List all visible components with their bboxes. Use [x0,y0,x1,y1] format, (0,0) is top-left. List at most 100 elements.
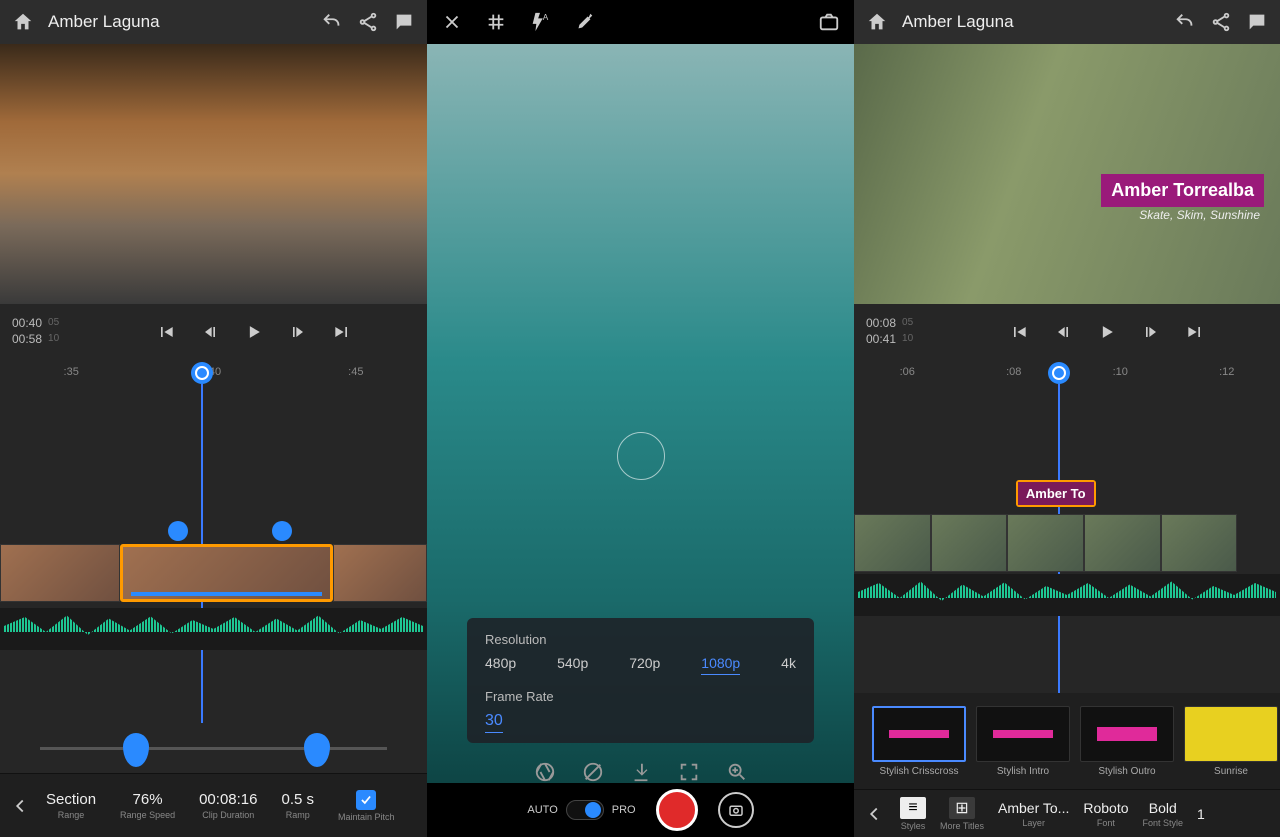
share-icon[interactable] [1210,11,1232,33]
res-480p[interactable]: 480p [485,655,516,675]
skip-start-icon[interactable] [156,322,176,342]
back-icon[interactable] [862,803,886,825]
project-title: Amber Laguna [48,12,307,32]
play-icon[interactable] [244,322,264,342]
clip-selected[interactable] [120,544,334,602]
video-track[interactable] [0,544,427,606]
font-weight-selector[interactable]: BoldFont Style [1143,800,1184,828]
res-720p[interactable]: 720p [629,655,660,675]
checkbox-checked-icon[interactable] [356,790,376,810]
timecode-readout: 00:0805 00:4110 [866,316,946,347]
auto-pro-switch[interactable]: AUTO PRO [527,800,635,820]
more-titles-icon: ⊞ [949,797,975,819]
editor-titles-panel: Amber Laguna Amber Torrealba Skate, Skim… [854,0,1280,837]
style-card-crisscross[interactable]: Stylish Crisscross [872,706,966,777]
playhead-pin-icon[interactable] [191,362,213,384]
clip[interactable] [1161,514,1238,572]
framerate-value[interactable]: 30 [485,712,503,733]
video-preview[interactable]: Amber Torrealba Skate, Skim, Sunshine [854,44,1280,304]
range-thumb-in[interactable] [123,733,149,767]
share-icon[interactable] [357,11,379,33]
comment-icon[interactable] [393,11,415,33]
speed-marker-in-icon[interactable] [168,521,188,541]
skip-end-icon[interactable] [332,322,352,342]
home-icon[interactable] [12,11,34,33]
camera-bottom-bar: AUTO PRO [427,783,854,837]
video-preview[interactable] [0,44,427,304]
res-540p[interactable]: 540p [557,655,588,675]
back-icon[interactable] [8,795,32,817]
clip[interactable] [1084,514,1161,572]
clip[interactable] [0,544,120,602]
font-selector[interactable]: RobotoFont [1083,800,1128,828]
editor-speed-panel: Amber Laguna 00:4005 00:5810 :35 :40 :45 [0,0,427,837]
style-card-outro[interactable]: Stylish Outro [1080,706,1174,777]
res-4k[interactable]: 4k [781,655,796,675]
clip-duration-value[interactable]: 00:08:16Clip Duration [189,791,267,820]
play-icon[interactable] [1097,322,1117,342]
zoom-icon[interactable] [726,761,748,783]
comment-icon[interactable] [1246,11,1268,33]
transport-bar: 00:4005 00:5810 [0,304,427,360]
skip-end-icon[interactable] [1185,322,1205,342]
camera-viewfinder[interactable]: Resolution 480p 540p 720p 1080p 4k Frame… [427,44,854,837]
timeline-ruler[interactable]: :35 :40 :45 [0,360,427,384]
styles-button[interactable]: ≡Styles [900,797,926,831]
font-size-value[interactable]: 1 [1197,806,1205,822]
video-track[interactable] [854,514,1280,570]
step-fwd-icon[interactable] [288,322,308,342]
style-card-intro[interactable]: Stylish Intro [976,706,1070,777]
camera-settings-panel: Resolution 480p 540p 720p 1080p 4k Frame… [467,618,814,743]
res-1080p[interactable]: 1080p [701,655,740,675]
camera-panel: A Resolution 480p 540p 720p 1080p 4k Fra… [427,0,854,837]
title-styles-row: Stylish Crisscross Stylish Intro Stylish… [854,693,1280,789]
svg-text:A: A [543,13,549,22]
timeline[interactable]: Amber To [854,384,1280,693]
title-clip[interactable]: Amber To [1016,480,1096,507]
home-icon[interactable] [866,11,888,33]
import-icon[interactable] [630,761,652,783]
layer-selector[interactable]: Amber To...Layer [998,800,1069,828]
undo-icon[interactable] [1174,11,1196,33]
clip[interactable] [1007,514,1084,572]
clip[interactable] [333,544,427,602]
tc-total: 00:58 [12,332,42,348]
clip[interactable] [931,514,1008,572]
step-fwd-icon[interactable] [1141,322,1161,342]
resolution-label: Resolution [485,632,796,647]
exposure-icon[interactable] [582,761,604,783]
camera-tools-row [427,761,854,783]
style-card-sunrise[interactable]: Sunrise [1184,706,1278,777]
audio-waveform[interactable] [854,574,1280,616]
clip[interactable] [854,514,931,572]
record-button[interactable] [656,789,698,831]
step-back-icon[interactable] [200,322,220,342]
range-speed-value[interactable]: 76%Range Speed [110,791,185,820]
title-font-strip: ≡Styles ⊞More Titles Amber To...Layer Ro… [854,789,1280,837]
close-icon[interactable] [441,11,463,33]
speed-controls-strip: SectionRange 76%Range Speed 00:08:16Clip… [0,773,427,837]
speed-marker-out-icon[interactable] [272,521,292,541]
skip-start-icon[interactable] [1009,322,1029,342]
flash-auto-icon[interactable]: A [529,11,551,33]
fullscreen-icon[interactable] [678,761,700,783]
resolution-options: 480p 540p 720p 1080p 4k [485,655,796,675]
audio-waveform[interactable] [0,608,427,650]
ramp-value[interactable]: 0.5 sRamp [271,791,324,820]
speed-range-slider[interactable] [40,723,387,773]
step-back-icon[interactable] [1053,322,1073,342]
switch-camera-icon[interactable] [818,11,840,33]
maintain-pitch-toggle[interactable]: Maintain Pitch [328,790,405,822]
grid-icon[interactable] [485,11,507,33]
more-titles-button[interactable]: ⊞More Titles [940,797,984,831]
title-overlay-subtitle: Skate, Skim, Sunshine [1139,208,1260,222]
undo-icon[interactable] [321,11,343,33]
title-overlay-name[interactable]: Amber Torrealba [1101,174,1264,207]
aperture-icon[interactable] [534,761,556,783]
toggle-pill[interactable] [566,800,604,820]
timeline[interactable] [0,384,427,723]
photo-shutter-button[interactable] [718,792,754,828]
eyedropper-icon[interactable] [573,11,595,33]
range-thumb-out[interactable] [304,733,330,767]
section-toggle[interactable]: SectionRange [36,791,106,820]
